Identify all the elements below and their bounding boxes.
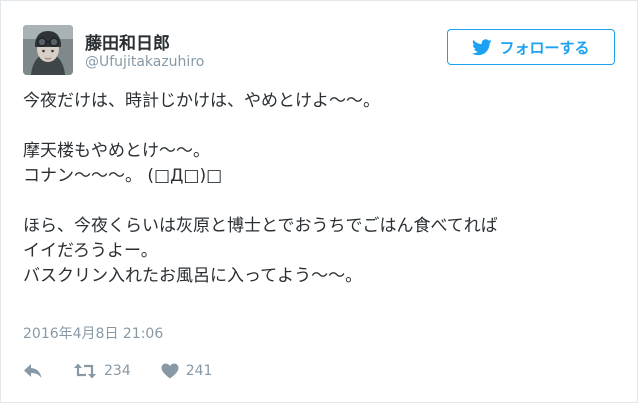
avatar[interactable] <box>23 25 73 75</box>
retweet-count: 234 <box>104 363 131 379</box>
tweet-line: 摩天楼もやめとけ〜〜。 <box>23 141 210 161</box>
retweet-icon <box>73 363 97 379</box>
tweet-line: コナン〜〜〜。 (□Д□)□ <box>23 166 223 186</box>
like-button[interactable]: 241 <box>161 363 213 379</box>
tweet-card: 藤田和日郎 @Ufujitakazuhiro フォローする 今夜だけは、時計じか… <box>0 0 638 403</box>
reply-icon <box>23 363 43 379</box>
tweet-line: 今夜だけは、時計じかけは、やめとけよ〜〜。 <box>23 91 380 111</box>
tweet-timestamp[interactable]: 2016年4月8日 21:06 <box>23 323 163 343</box>
reply-button[interactable] <box>23 363 43 379</box>
tweet-line: バスクリン入れたお風呂に入ってよう〜〜。 <box>23 266 363 286</box>
tweet-line: イイだろうよー。 <box>23 241 158 261</box>
heart-icon <box>161 363 179 379</box>
user-display-name[interactable]: 藤田和日郎 <box>85 29 170 54</box>
twitter-bird-icon <box>472 38 493 56</box>
tweet-text: 今夜だけは、時計じかけは、やめとけよ〜〜。 摩天楼もやめとけ〜〜。 コナン〜〜〜… <box>23 89 623 289</box>
user-handle[interactable]: @Ufujitakazuhiro <box>85 54 204 70</box>
tweet-line: ほら、今夜くらいは灰原と博士とでおうちでごはん食べてれば <box>23 216 498 236</box>
follow-button-label: フォローする <box>499 38 590 57</box>
like-count: 241 <box>185 363 213 379</box>
tweet-actions: 234 241 <box>23 359 212 383</box>
follow-button[interactable]: フォローする <box>447 29 615 65</box>
retweet-button[interactable]: 234 <box>73 363 131 379</box>
